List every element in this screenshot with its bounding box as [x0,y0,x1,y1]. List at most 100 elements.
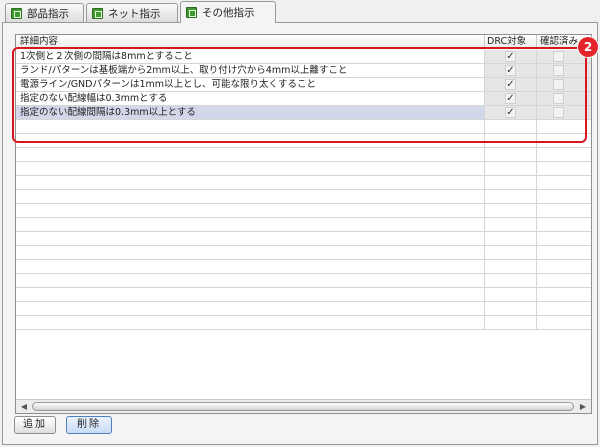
drc-cell[interactable] [485,204,537,217]
confirmed-cell[interactable] [537,260,591,273]
detail-cell[interactable] [16,176,485,189]
table-row-empty[interactable] [16,316,591,330]
detail-cell[interactable]: 1次側と２次側の間隔は8mmとすること [16,50,485,63]
table-row-empty[interactable] [16,218,591,232]
column-header-details[interactable]: 詳細内容 [16,35,485,48]
tab-other-instruction[interactable]: その他指示 [180,1,276,23]
table-row-empty[interactable] [16,148,591,162]
table-row[interactable]: ランド/パターンは基板端から2mm以上、取り付け穴から4mm以上離すこと ✓ [16,64,591,78]
scroll-left-icon[interactable]: ◀ [19,402,29,412]
confirmed-cell[interactable] [537,120,591,133]
table-row-empty[interactable] [16,204,591,218]
drc-checkbox[interactable]: ✓ [505,51,516,62]
confirmed-checkbox[interactable] [553,65,564,76]
drc-cell[interactable] [485,246,537,259]
table-row-empty[interactable] [16,176,591,190]
confirmed-cell[interactable] [537,78,591,91]
drc-cell[interactable] [485,302,537,315]
table-row-empty[interactable] [16,288,591,302]
drc-checkbox[interactable]: ✓ [505,79,516,90]
tab-parts-instruction[interactable]: 部品指示 [5,3,84,22]
detail-cell[interactable] [16,274,485,287]
column-header-drc[interactable]: DRC対象 [485,35,537,48]
table-row[interactable]: 指定のない配線幅は0.3mmとする ✓ [16,92,591,106]
drc-checkbox[interactable]: ✓ [505,93,516,104]
drc-cell[interactable]: ✓ [485,92,537,105]
confirmed-cell[interactable] [537,302,591,315]
drc-cell[interactable]: ✓ [485,64,537,77]
drc-checkbox[interactable]: ✓ [505,107,516,118]
scrollbar-thumb[interactable] [32,402,574,411]
drc-cell[interactable] [485,176,537,189]
drc-cell[interactable] [485,190,537,203]
table-row[interactable]: 1次側と２次側の間隔は8mmとすること ✓ [16,50,591,64]
detail-cell[interactable] [16,260,485,273]
drc-cell[interactable] [485,218,537,231]
table-row-selected[interactable]: 指定のない配線間隔は0.3mm以上とする ✓ [16,106,591,120]
detail-cell[interactable] [16,218,485,231]
drc-cell[interactable]: ✓ [485,106,537,119]
detail-cell[interactable] [16,316,485,329]
confirmed-cell[interactable] [537,134,591,147]
confirmed-checkbox[interactable] [553,51,564,62]
table-row-empty[interactable] [16,232,591,246]
scroll-right-icon[interactable]: ▶ [578,402,588,412]
confirmed-cell[interactable] [537,316,591,329]
drc-cell[interactable]: ✓ [485,50,537,63]
confirmed-cell[interactable] [537,64,591,77]
confirmed-cell[interactable] [537,176,591,189]
delete-button[interactable]: 削除 [66,416,112,434]
detail-cell[interactable] [16,120,485,133]
table-row-empty[interactable] [16,260,591,274]
detail-cell[interactable] [16,246,485,259]
confirmed-checkbox[interactable] [553,79,564,90]
drc-cell[interactable] [485,288,537,301]
detail-cell[interactable]: 電源ライン/GNDパターンは1mm以上とし、可能な限り太くすること [16,78,485,91]
confirmed-cell[interactable] [537,218,591,231]
drc-cell[interactable] [485,274,537,287]
table-row-empty[interactable] [16,274,591,288]
detail-cell[interactable] [16,232,485,245]
horizontal-scrollbar[interactable]: ◀ ▶ [16,399,591,413]
confirmed-cell[interactable] [537,288,591,301]
drc-cell[interactable] [485,162,537,175]
table-row-empty[interactable] [16,120,591,134]
detail-cell[interactable] [16,204,485,217]
drc-cell[interactable] [485,232,537,245]
confirmed-checkbox[interactable] [553,93,564,104]
drc-checkbox[interactable]: ✓ [505,65,516,76]
detail-cell[interactable] [16,162,485,175]
confirmed-cell[interactable] [537,148,591,161]
detail-cell[interactable]: 指定のない配線幅は0.3mmとする [16,92,485,105]
confirmed-cell[interactable] [537,246,591,259]
confirmed-cell[interactable] [537,106,591,119]
confirmed-cell[interactable] [537,274,591,287]
drc-cell[interactable] [485,134,537,147]
drc-cell[interactable] [485,316,537,329]
confirmed-checkbox[interactable] [553,107,564,118]
tab-net-instruction[interactable]: ネット指示 [86,3,178,22]
confirmed-cell[interactable] [537,92,591,105]
detail-cell[interactable] [16,134,485,147]
drc-cell[interactable] [485,148,537,161]
drc-cell[interactable] [485,260,537,273]
add-button[interactable]: 追加 [14,416,56,434]
confirmed-cell[interactable] [537,204,591,217]
table-row-empty[interactable] [16,190,591,204]
confirmed-cell[interactable] [537,190,591,203]
detail-cell[interactable]: 指定のない配線間隔は0.3mm以上とする [16,106,485,119]
drc-cell[interactable]: ✓ [485,78,537,91]
table-row[interactable]: 電源ライン/GNDパターンは1mm以上とし、可能な限り太くすること ✓ [16,78,591,92]
drc-cell[interactable] [485,120,537,133]
confirmed-cell[interactable] [537,162,591,175]
detail-cell[interactable] [16,288,485,301]
table-row-empty[interactable] [16,302,591,316]
detail-cell[interactable] [16,190,485,203]
detail-cell[interactable] [16,302,485,315]
confirmed-cell[interactable] [537,232,591,245]
table-row-empty[interactable] [16,246,591,260]
table-row-empty[interactable] [16,162,591,176]
detail-cell[interactable] [16,148,485,161]
detail-cell[interactable]: ランド/パターンは基板端から2mm以上、取り付け穴から4mm以上離すこと [16,64,485,77]
table-row-empty[interactable] [16,134,591,148]
